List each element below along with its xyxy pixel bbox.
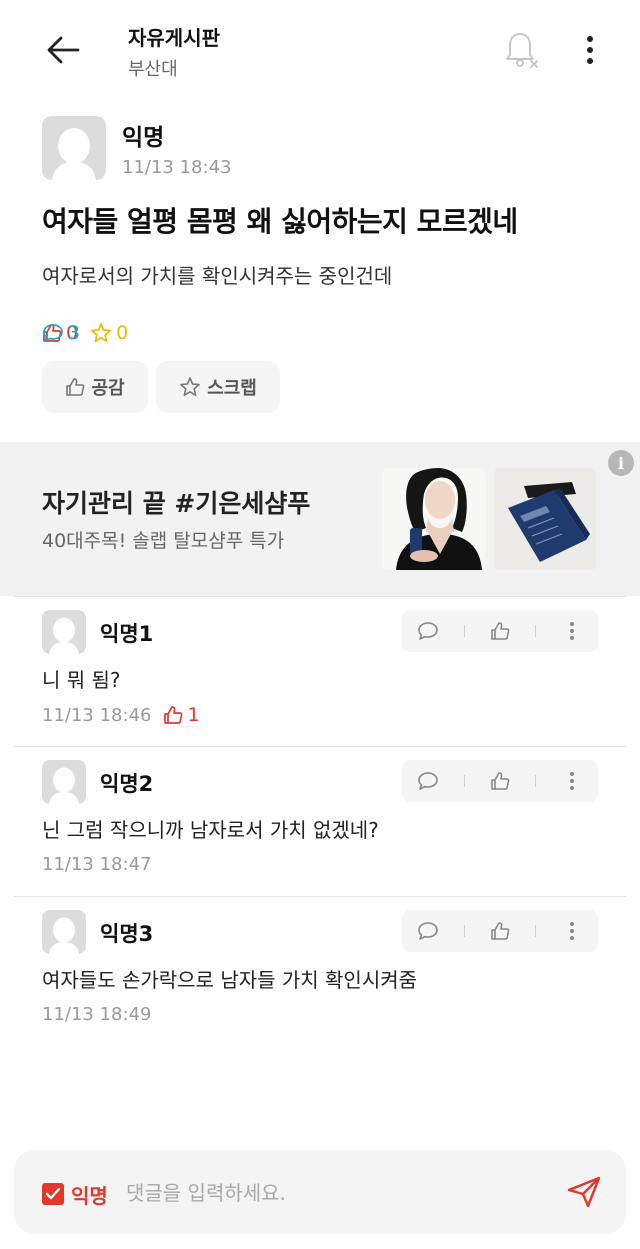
board-subtitle: 부산대 (128, 59, 178, 80)
ad-title: 자기관리 끝 #기은세샴푸 (42, 489, 311, 518)
default-avatar-icon (52, 128, 96, 180)
comment-item: 익명1 니 뭐 됨? 11/13 18:46 1 (0, 596, 640, 746)
separator (463, 775, 465, 787)
comment-time: 11/13 18:46 (42, 704, 152, 726)
comment-bubble-icon (418, 922, 438, 940)
ad-product-photo (494, 468, 596, 570)
like-post-button[interactable]: 공감 (42, 361, 148, 413)
post-author: 익명 (122, 125, 165, 151)
reply-button[interactable] (411, 764, 445, 798)
reply-button[interactable] (411, 914, 445, 948)
comment-time: 11/13 18:49 (42, 1004, 152, 1025)
anonymous-checkbox[interactable] (42, 1183, 64, 1205)
comment-meta: 11/13 18:47 (42, 854, 151, 875)
divider (14, 596, 626, 597)
more-vertical-icon (569, 922, 574, 940)
separator (463, 925, 465, 937)
ad-subtitle: 40대주목! 솔랩 탈모샴푸 특가 (42, 530, 285, 552)
comment-text: 니 뭐 됨? (42, 668, 121, 692)
post-author-avatar (42, 116, 106, 180)
bell-off-icon (506, 33, 538, 68)
ad-banner[interactable]: 자기관리 끝 #기은세샴푸 40대주목! 솔랩 탈모샴푸 특가 i (0, 442, 640, 596)
comment-bubble-icon (418, 622, 438, 640)
thumbs-up-icon (491, 622, 510, 640)
comment-avatar (42, 760, 86, 804)
back-arrow-icon (47, 36, 80, 64)
comment-item: 익명2 닌 그럼 작으니까 남자로서 가치 없겠네? 11/13 18:47 (0, 746, 640, 896)
separator (463, 625, 465, 637)
reply-button[interactable] (411, 614, 445, 648)
separator (535, 775, 537, 787)
send-icon (567, 1176, 601, 1208)
more-menu-button[interactable] (572, 28, 608, 72)
post-title: 여자들 얼평 몸평 왜 싫어하는지 모르겠네 (42, 205, 518, 238)
default-avatar-icon (49, 767, 79, 804)
comment-author: 익명1 (100, 622, 154, 646)
comment-text: 여자들도 손가락으로 남자들 가치 확인시켜줌 (42, 968, 418, 992)
divider (14, 896, 626, 897)
checkmark-icon (45, 1187, 61, 1200)
post-stats: 0 3 0 (42, 320, 140, 346)
comment-time: 11/13 18:47 (42, 854, 152, 875)
more-vertical-icon (569, 772, 574, 790)
comment-meta: 11/13 18:49 (42, 1004, 151, 1025)
comment-input[interactable] (126, 1174, 546, 1212)
like-comment-button[interactable] (483, 614, 517, 648)
comment-more-button[interactable] (555, 764, 589, 798)
comment-author: 익명3 (100, 922, 154, 946)
like-comment-button[interactable] (483, 914, 517, 948)
scrap-post-label: 스크랩 (207, 378, 257, 399)
comment-like-count: 1 (163, 704, 200, 726)
comment-text: 닌 그럼 작으니까 남자로서 가치 없겠네? (42, 818, 379, 842)
comment-meta: 11/13 18:46 1 (42, 704, 200, 726)
comment-avatar (42, 610, 86, 654)
comment-bubble-icon (418, 772, 438, 790)
like-post-label: 공감 (91, 378, 125, 399)
notification-off-button[interactable] (500, 28, 544, 72)
comment-count-value: 3 (68, 322, 81, 344)
thumbs-up-icon (491, 922, 510, 940)
thumbs-up-icon (164, 706, 183, 724)
comment-item: 익명3 여자들도 손가락으로 남자들 가치 확인시켜줌 11/13 18:49 (0, 896, 640, 1046)
comment-actions (402, 910, 598, 952)
board-title: 자유게시판 (128, 26, 220, 50)
default-avatar-icon (49, 917, 79, 954)
back-button[interactable] (40, 30, 86, 70)
default-avatar-icon (49, 617, 79, 654)
app-header: 자유게시판 부산대 (0, 0, 640, 100)
comment-author: 익명2 (100, 772, 154, 796)
scrap-post-button[interactable]: 스크랩 (156, 361, 280, 413)
comment-input-bar: 익명 (14, 1150, 626, 1234)
ad-model-photo (382, 468, 486, 570)
separator (535, 925, 537, 937)
anonymous-label[interactable]: 익명 (71, 1180, 108, 1209)
star-icon (180, 377, 200, 396)
send-button[interactable] (562, 1172, 606, 1212)
comment-avatar (42, 910, 86, 954)
comment-more-button[interactable] (555, 914, 589, 948)
thumbs-up-icon (491, 772, 510, 790)
like-comment-button[interactable] (483, 764, 517, 798)
divider (14, 746, 626, 747)
thumbs-up-icon (66, 378, 85, 396)
comment-actions (402, 760, 598, 802)
more-vertical-icon (569, 622, 574, 640)
ad-image-product (494, 468, 596, 570)
comment-bubble-icon (43, 324, 63, 342)
more-vertical-icon (587, 36, 593, 64)
post-time: 11/13 18:43 (122, 157, 232, 178)
ad-info-button[interactable]: i (608, 450, 634, 476)
ad-image-model (382, 468, 486, 570)
comment-more-button[interactable] (555, 614, 589, 648)
comment-like-value: 1 (187, 704, 200, 726)
separator (535, 625, 537, 637)
comment-actions (402, 610, 598, 652)
